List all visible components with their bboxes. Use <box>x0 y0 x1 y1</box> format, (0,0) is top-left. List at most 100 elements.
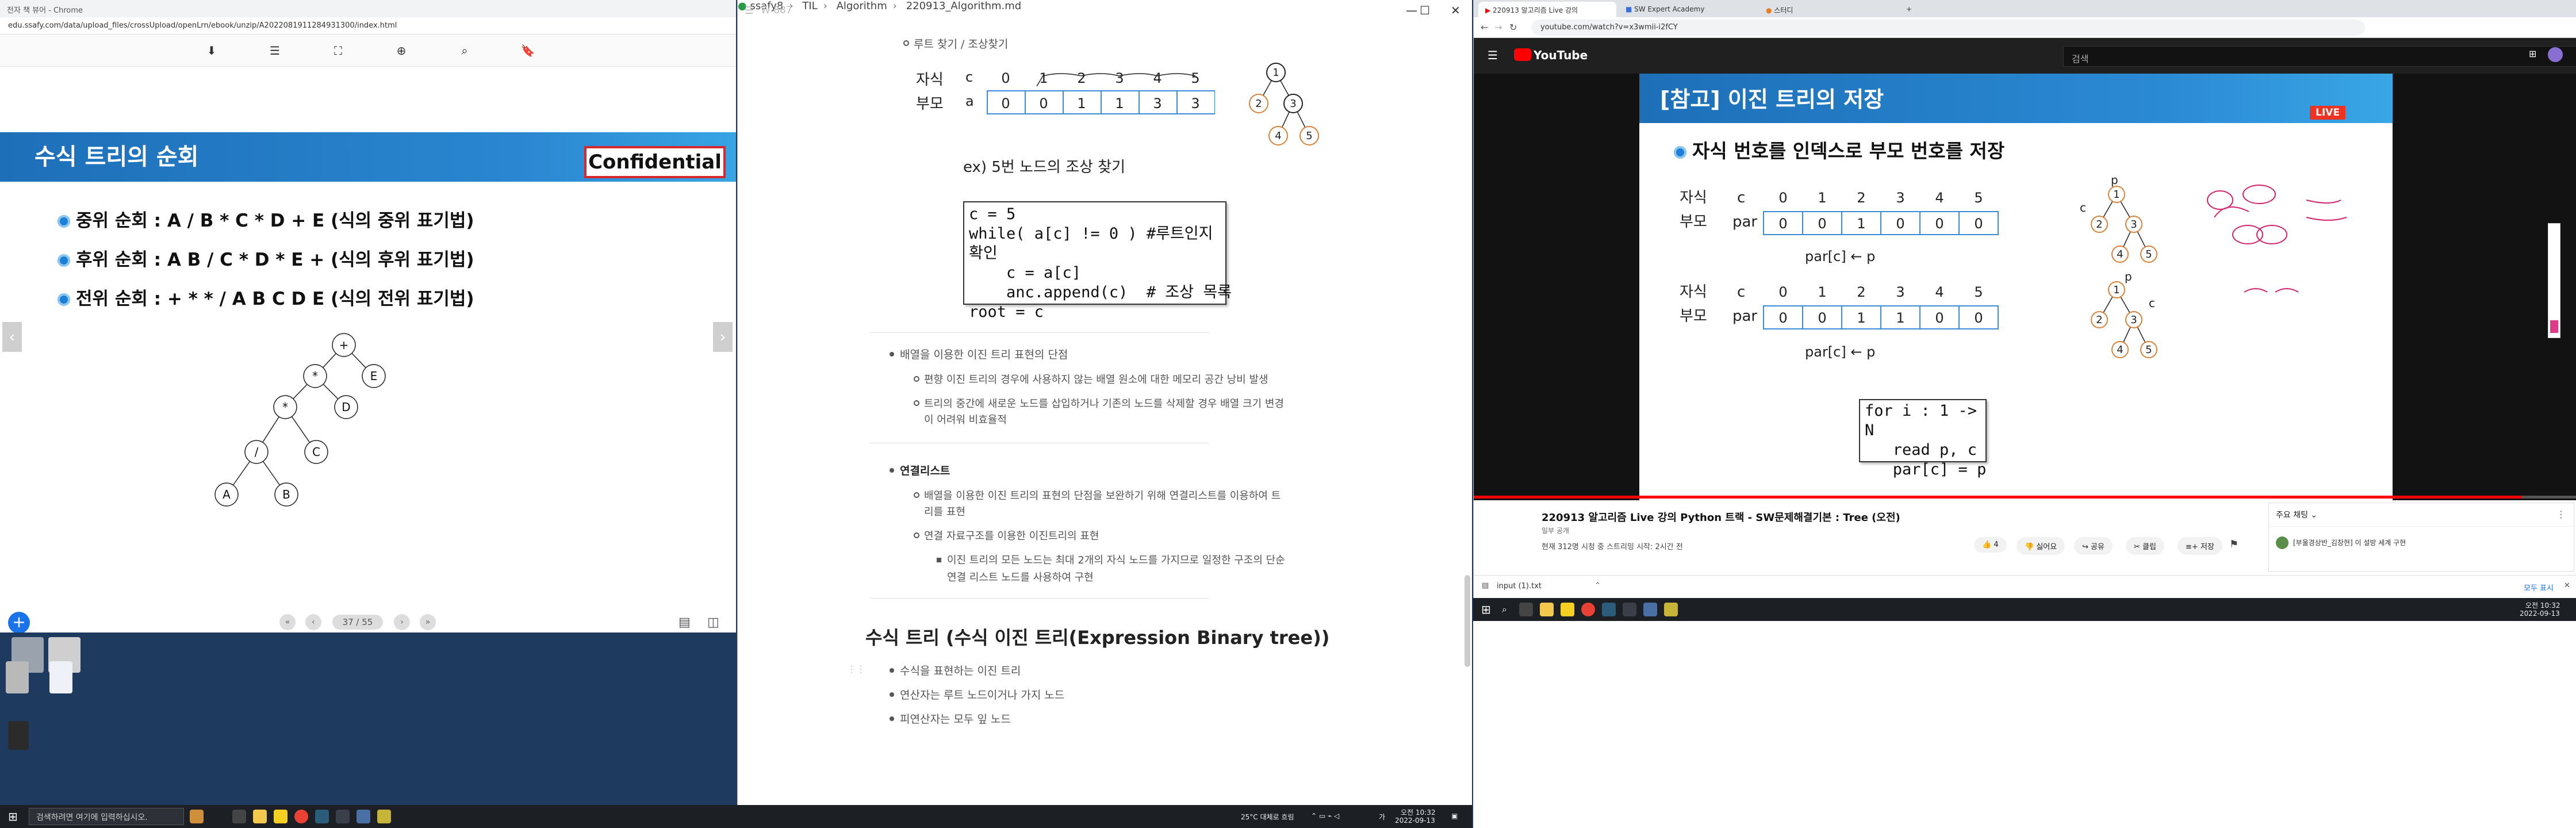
bullet-icon <box>914 492 919 498</box>
tray-icons[interactable]: ⌃ ▭ ⌁ ◁ <box>1311 812 1339 820</box>
bookmark-icon[interactable]: 🔖 <box>520 43 536 59</box>
svg-text:3: 3 <box>1115 70 1124 86</box>
page-count: 37 / 55 <box>332 615 384 630</box>
weather[interactable]: 25°C 대체로 흐림 <box>1241 812 1294 822</box>
search-icon[interactable]: ⌕ <box>457 43 473 59</box>
file-icon[interactable] <box>49 661 72 693</box>
prev-page-arrow[interactable]: ‹ <box>2 322 22 352</box>
notification-icon[interactable]: ▣ <box>1451 812 1458 820</box>
ebook-toolbar: ⬇ ☰ ⛶ ⊕ ⌕ 🔖 <box>0 34 736 67</box>
share-button[interactable]: ↪ 공유 <box>2074 537 2113 555</box>
dislike-button[interactable]: 👎 싫어요 <box>2017 537 2065 555</box>
scrollbar[interactable] <box>1465 575 1470 667</box>
clock-time[interactable]: 오전 10:32 <box>1401 807 1435 817</box>
save-button[interactable]: ≡+ 저장 <box>2178 537 2222 555</box>
clock-time[interactable]: 오전 10:32 <box>2525 600 2560 610</box>
tab-swea[interactable]: ■ SW Expert Academy <box>1619 2 1757 17</box>
tab-youtube[interactable]: ▶ 220913 알고리즘 Live 강의 <box>1478 2 1616 17</box>
chrome-icon[interactable] <box>1581 603 1595 616</box>
zoom-in-icon[interactable]: ⊕ <box>393 43 409 59</box>
svg-text:1: 1 <box>2113 284 2119 296</box>
close-icon[interactable]: ✕ <box>2564 581 2570 590</box>
clock-date[interactable]: 2022-09-13 <box>1395 816 1435 825</box>
app-icon[interactable] <box>356 810 370 823</box>
show-all-button[interactable]: 모두 표시 <box>2524 582 2554 593</box>
last-page-button[interactable]: » <box>419 614 436 630</box>
pen-toolbar[interactable] <box>2548 223 2560 338</box>
crumb-folder[interactable]: Algorithm <box>837 0 887 12</box>
next-page-button[interactable]: › <box>394 614 411 630</box>
explorer-icon[interactable] <box>253 810 267 823</box>
taskbar-search[interactable]: 검색하려면 여기에 입력하십시오. <box>29 808 184 825</box>
thumbnail-icon[interactable]: ▤ <box>678 615 691 630</box>
chat-header[interactable]: 주요 채팅 ⌄ <box>2276 509 2317 520</box>
fullscreen-icon[interactable]: ⛶ <box>330 43 346 59</box>
clip-button[interactable]: ✂ 클립 <box>2126 537 2164 555</box>
download-icon[interactable]: ⬇ <box>204 43 220 59</box>
slide-title: 수식 트리의 순회 <box>34 144 199 170</box>
video-progress[interactable] <box>1474 496 2576 499</box>
close-icon[interactable]: ✕ <box>1451 3 1460 17</box>
clock-date[interactable]: 2022-09-13 <box>2520 610 2560 618</box>
search-input[interactable]: 검색 <box>2063 46 2576 67</box>
ime-indicator[interactable]: 가 <box>1379 812 1385 822</box>
windows-start-icon[interactable]: ⊞ <box>8 810 18 823</box>
report-icon[interactable]: ⚑ <box>2229 538 2238 550</box>
address-bar: ← → ↻ youtube.com/watch?v=x3wmii-i2fCY <box>1474 17 2576 38</box>
file-icon[interactable] <box>6 661 29 693</box>
url-input[interactable]: youtube.com/watch?v=x3wmii-i2fCY <box>1531 20 2365 36</box>
h2-item[interactable]: 피연산자는 모두 잎 노드 <box>900 711 1011 726</box>
row-child-label: 자식 <box>916 71 944 89</box>
app-icon[interactable] <box>8 721 29 750</box>
menu-icon[interactable]: ☰ <box>745 5 754 17</box>
new-tab-button[interactable]: + <box>1899 2 1916 17</box>
windows-start-icon[interactable]: ⊞ <box>1481 603 1491 616</box>
app-icon[interactable] <box>315 810 329 823</box>
list-icon[interactable]: ☰ <box>267 43 283 59</box>
hamburger-icon[interactable]: ☰ <box>1488 48 1498 62</box>
add-button[interactable]: + <box>8 612 30 632</box>
maximize-icon[interactable]: ☐ <box>1420 3 1430 17</box>
app-icon[interactable] <box>336 810 350 823</box>
task-view-icon[interactable] <box>1519 603 1533 616</box>
tree-node: 3 <box>1290 98 1296 110</box>
kakaotalk-icon[interactable] <box>274 810 288 823</box>
crumb-folder[interactable]: TIL <box>802 0 817 12</box>
first-page-button[interactable]: « <box>279 614 296 630</box>
reload-icon[interactable]: ↻ <box>1509 22 1517 33</box>
search-icon[interactable]: ⌕ <box>1502 604 1507 615</box>
avatar[interactable] <box>2548 47 2563 62</box>
explorer-icon[interactable] <box>1540 603 1554 616</box>
chevron-up-icon[interactable]: ⌃ <box>1594 581 1601 590</box>
app-icon[interactable] <box>377 810 391 823</box>
prev-page-button[interactable]: ‹ <box>305 614 321 630</box>
taskbar-right: ⊞ ⌕ 오전 10:32 2022-09-13 <box>1473 598 2576 621</box>
svg-text:4: 4 <box>1935 190 1943 206</box>
tab-study[interactable]: ● 스터디 <box>1759 2 1897 17</box>
ebook-url-bar[interactable]: edu.ssafy.com/data/upload_files/crossUpl… <box>0 17 736 34</box>
app-icon[interactable] <box>1602 603 1616 616</box>
back-icon[interactable]: ← <box>1481 22 1488 33</box>
app-icon[interactable] <box>1643 603 1657 616</box>
youtube-logo[interactable]: YouTube <box>1514 48 1588 62</box>
app-icon[interactable] <box>190 810 204 823</box>
drag-handle-icon[interactable]: ⋮⋮ <box>847 664 865 674</box>
download-file[interactable]: input (1).txt <box>1497 582 1542 591</box>
app-icon[interactable] <box>1623 603 1636 616</box>
minimize-icon[interactable]: — <box>1406 3 1417 17</box>
chrome-icon[interactable] <box>294 810 308 823</box>
divider <box>2269 526 2574 527</box>
crumb-file[interactable]: 220913_Algorithm.md <box>906 0 1022 12</box>
more-icon[interactable]: ⋮ <box>2556 509 2566 520</box>
forward-icon[interactable]: → <box>1494 22 1502 33</box>
pen-color-swatch[interactable] <box>2550 320 2558 333</box>
task-view-icon[interactable] <box>232 810 246 823</box>
next-page-arrow[interactable]: › <box>713 322 733 352</box>
kakaotalk-icon[interactable] <box>1561 603 1574 616</box>
split-view-icon[interactable]: ◫ <box>707 615 719 630</box>
app-icon[interactable] <box>1664 603 1678 616</box>
create-icon[interactable]: ⊞ <box>2529 48 2536 59</box>
like-button[interactable]: 👍 4 <box>1974 537 2007 553</box>
video-player[interactable]: [참고] 이진 트리의 저장 LIVE 자식 번호를 인덱스로 부모 번호를 저… <box>1474 74 2576 500</box>
bullet-icon <box>890 468 894 473</box>
